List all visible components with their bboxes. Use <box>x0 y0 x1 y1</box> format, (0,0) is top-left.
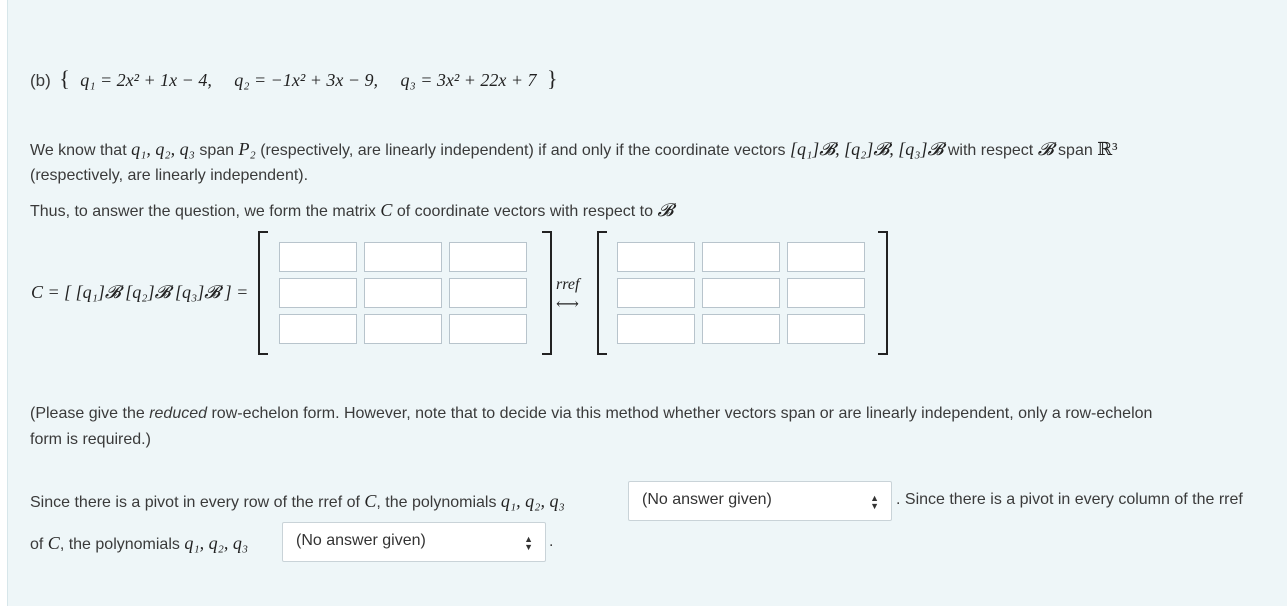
right-bracket <box>878 231 888 355</box>
q1-definition: q₁ = 2x² + 1x − 4, <box>80 70 212 90</box>
span-statement-line2: (respectively, are linearly independent)… <box>30 167 309 184</box>
math-p2: P₂ <box>238 139 256 159</box>
matrix-c-cell-1-1[interactable] <box>279 242 357 272</box>
open-brace: { <box>59 66 70 91</box>
text: We know that <box>30 142 127 159</box>
answer-line2-text: of C, the polynomials q₁, q₂, q₃ <box>30 533 248 554</box>
left-bracket <box>597 231 607 355</box>
rref-cell-1-3[interactable] <box>787 242 865 272</box>
answer-line2-period: . <box>549 533 554 550</box>
math-basis: 𝓑 <box>1037 139 1054 159</box>
part-label: (b) <box>30 71 51 90</box>
matrix-c-cell-2-1[interactable] <box>279 278 357 308</box>
text: Thus, to answer the question, we form th… <box>30 203 376 220</box>
emphasis-reduced: reduced <box>149 405 208 422</box>
text: , the polynomials <box>376 494 497 511</box>
rref-cell-1-2[interactable] <box>702 242 780 272</box>
rref-cell-3-2[interactable] <box>702 314 780 344</box>
q2-definition: q₂ = −1x² + 3x − 9, <box>234 70 378 90</box>
part-b-line: (b) { q₁ = 2x² + 1x − 4, q₂ = −1x² + 3x … <box>30 66 558 92</box>
matrix-c-cell-3-1[interactable] <box>279 314 357 344</box>
span-statement-line1: We know that q₁, q₂, q₃ span P₂ (respect… <box>30 139 1118 160</box>
text: Since there is a pivot in every row of t… <box>30 494 360 511</box>
matrix-lhs: C = [ [q₁]𝓑 [q₂]𝓑 [q₃]𝓑 ] = <box>31 282 249 302</box>
matrix-c-cell-3-3[interactable] <box>449 314 527 344</box>
rref-arrow-icon: ⟷ <box>556 296 579 313</box>
matrix-c-cell-2-2[interactable] <box>364 278 442 308</box>
updown-arrow-icon: ▲ ▼ <box>870 493 879 511</box>
math-coord-vectors: [q₁]𝓑, [q₂]𝓑, [q₃]𝓑 <box>789 139 944 159</box>
rref-label: rref <box>556 276 580 293</box>
left-bracket <box>258 231 268 355</box>
rref-cell-3-3[interactable] <box>787 314 865 344</box>
text: of coordinate vectors with respect to <box>396 203 653 220</box>
text: (respectively, are linearly independent)… <box>260 142 786 159</box>
math-q-list: q₁, q₂, q₃ <box>184 533 249 553</box>
rref-cell-2-1[interactable] <box>617 278 695 308</box>
right-bracket <box>542 231 552 355</box>
math-basis: 𝓑 <box>657 200 674 220</box>
close-brace: } <box>546 66 558 91</box>
math-c: C <box>380 200 393 220</box>
select-value: (No answer given) <box>642 491 772 508</box>
rref-cell-3-1[interactable] <box>617 314 695 344</box>
text: span <box>199 142 235 159</box>
matrix-c-cell-1-2[interactable] <box>364 242 442 272</box>
answer-line1-tail: . Since there is a pivot in every column… <box>896 491 1243 508</box>
text: span <box>1058 142 1093 159</box>
q3-definition: q₃ = 3x² + 22x + 7 <box>400 70 537 90</box>
math-q-list: q₁, q₂, q₃ <box>131 139 195 159</box>
math-c: C <box>364 491 377 511</box>
text: with respect <box>947 142 1034 159</box>
text: , the polynomials <box>59 536 180 553</box>
select-value: (No answer given) <box>296 532 426 549</box>
rref-cell-1-1[interactable] <box>617 242 695 272</box>
text: row-echelon form. However, note that to … <box>211 405 1153 422</box>
matrix-c-cell-1-3[interactable] <box>449 242 527 272</box>
rref-cell-2-2[interactable] <box>702 278 780 308</box>
matrix-intro: Thus, to answer the question, we form th… <box>30 200 673 221</box>
matrix-c-cell-2-3[interactable] <box>449 278 527 308</box>
rref-note-line1: (Please give the reduced row-echelon for… <box>30 405 1152 423</box>
updown-arrow-icon: ▲ ▼ <box>524 534 533 552</box>
independence-answer-select[interactable]: (No answer given) ▲ ▼ <box>282 522 546 562</box>
text: of <box>30 536 44 553</box>
span-answer-select[interactable]: (No answer given) ▲ ▼ <box>628 481 892 521</box>
rref-cell-2-3[interactable] <box>787 278 865 308</box>
math-c: C <box>47 533 60 553</box>
text: (Please give the <box>30 405 145 422</box>
answer-line1-text: Since there is a pivot in every row of t… <box>30 491 565 512</box>
matrix-c-cell-3-2[interactable] <box>364 314 442 344</box>
rref-note-line2: form is required.) <box>30 431 151 448</box>
math-q-list: q₁, q₂, q₃ <box>500 491 565 511</box>
math-r3: ℝ³ <box>1097 139 1118 159</box>
